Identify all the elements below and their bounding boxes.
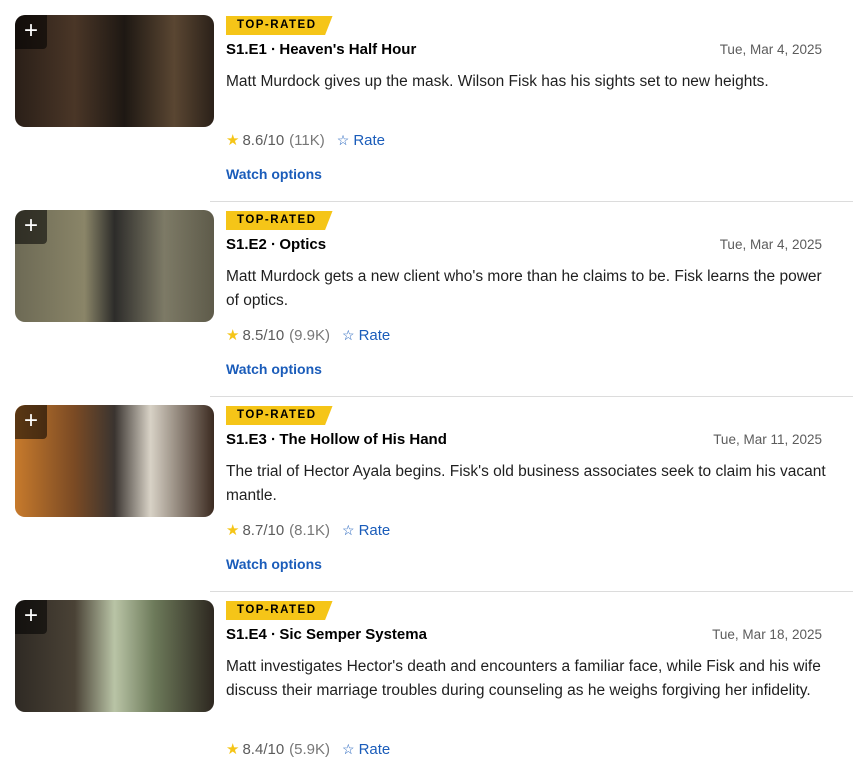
- vote-count: (11K): [289, 131, 325, 149]
- star-icon: ★: [226, 522, 240, 539]
- divider: [210, 591, 853, 592]
- rate-button[interactable]: ☆ Rate: [342, 327, 390, 344]
- star-icon: ★: [226, 327, 240, 344]
- episode-description: Matt Murdock gives up the mask. Wilson F…: [226, 73, 769, 90]
- rate-label: Rate: [358, 326, 391, 344]
- episode-title[interactable]: S1.E3 ∙ The Hollow of His Hand: [226, 431, 447, 448]
- rating-row: ★ 8.4/10 (5.9K) ☆ Rate: [226, 740, 390, 759]
- top-rated-badge: TOP-RATED: [226, 406, 333, 425]
- air-date: Tue, Mar 11, 2025: [713, 432, 822, 447]
- star-icon: ★: [226, 741, 240, 758]
- rate-button[interactable]: ☆ Rate: [342, 741, 390, 758]
- add-to-watchlist-button[interactable]: +: [15, 600, 47, 634]
- rating-max: /10: [263, 131, 285, 149]
- top-rated-badge: TOP-RATED: [226, 211, 333, 230]
- episode-thumbnail[interactable]: +: [15, 405, 214, 517]
- air-date: Tue, Mar 18, 2025: [712, 627, 822, 642]
- top-rated-badge: TOP-RATED: [226, 601, 333, 620]
- episode-title[interactable]: S1.E2 ∙ Optics: [226, 236, 326, 253]
- episode-description: The trial of Hector Ayala begins. Fisk's…: [226, 463, 826, 504]
- star-outline-icon: ☆: [342, 740, 355, 757]
- watch-options-link[interactable]: Watch options: [226, 556, 322, 572]
- rating-max: /10: [263, 740, 285, 758]
- rating-value: 8.5: [242, 326, 264, 344]
- star-outline-icon: ☆: [342, 326, 355, 343]
- star-outline-icon: ☆: [336, 131, 350, 148]
- episode-description: Matt Murdock gets a new client who's mor…: [226, 268, 822, 309]
- rating-row: ★ 8.7/10 (8.1K) ☆ Rate: [226, 521, 390, 540]
- rate-button[interactable]: ☆ Rate: [337, 132, 385, 149]
- add-to-watchlist-button[interactable]: +: [15, 15, 47, 49]
- rating-value: 8.7: [242, 521, 264, 539]
- rate-button[interactable]: ☆ Rate: [342, 522, 390, 539]
- rating-value: 8.6: [242, 131, 264, 149]
- rating-row: ★ 8.6/10 (11K) ☆ Rate: [226, 131, 385, 150]
- rating-max: /10: [263, 521, 285, 539]
- watch-options-link[interactable]: Watch options: [226, 361, 322, 377]
- episode-thumbnail[interactable]: +: [15, 15, 214, 127]
- divider: [210, 201, 853, 202]
- episode-thumbnail[interactable]: +: [15, 600, 214, 712]
- add-to-watchlist-button[interactable]: +: [15, 210, 47, 244]
- rate-label: Rate: [353, 131, 385, 149]
- rate-label: Rate: [358, 521, 391, 539]
- episode-description: Matt investigates Hector's death and enc…: [226, 658, 821, 699]
- watch-options-link[interactable]: Watch options: [226, 166, 322, 182]
- star-icon: ★: [226, 132, 240, 149]
- episode-thumbnail[interactable]: +: [15, 210, 214, 322]
- rating-max: /10: [263, 326, 285, 344]
- rating-value: 8.4: [242, 740, 264, 758]
- rating-row: ★ 8.5/10 (9.9K) ☆ Rate: [226, 326, 390, 345]
- star-outline-icon: ☆: [342, 521, 355, 538]
- air-date: Tue, Mar 4, 2025: [719, 42, 822, 57]
- top-rated-badge: TOP-RATED: [226, 16, 333, 35]
- vote-count: (5.9K): [289, 740, 331, 758]
- rate-label: Rate: [358, 740, 391, 758]
- episode-title[interactable]: S1.E1 ∙ Heaven's Half Hour: [226, 41, 416, 58]
- episode-title[interactable]: S1.E4 ∙ Sic Semper Systema: [226, 626, 427, 643]
- add-to-watchlist-button[interactable]: +: [15, 405, 47, 439]
- vote-count: (8.1K): [289, 521, 331, 539]
- air-date: Tue, Mar 4, 2025: [719, 237, 822, 252]
- divider: [210, 396, 853, 397]
- vote-count: (9.9K): [289, 326, 331, 344]
